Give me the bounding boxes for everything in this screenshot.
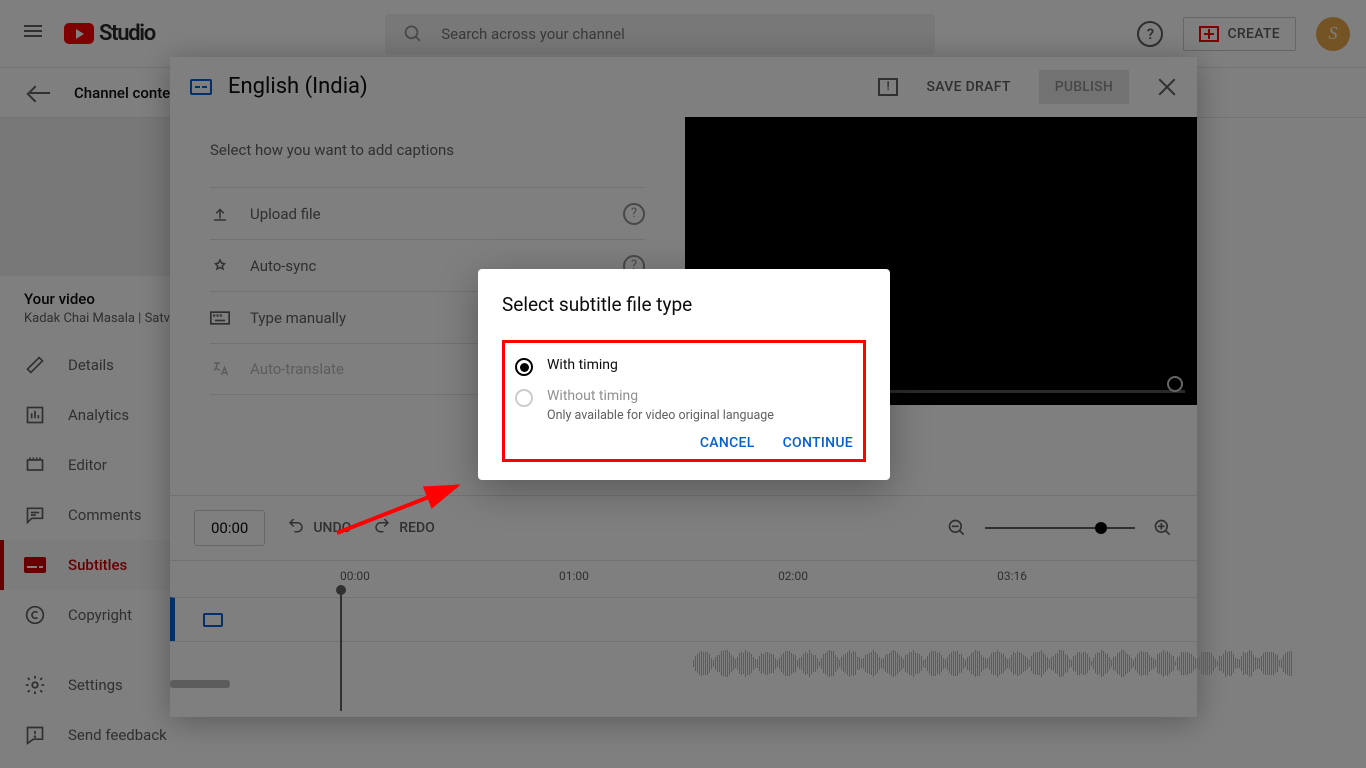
radio-sublabel: Only available for video original langua… <box>547 408 774 423</box>
radio-without-timing: Without timing Only available for video … <box>515 388 853 423</box>
radio-disabled-icon <box>515 389 533 407</box>
select-subtitle-file-type-modal: Select subtitle file type With timing Wi… <box>478 269 890 480</box>
continue-button[interactable]: CONTINUE <box>783 435 853 451</box>
modal-title: Select subtitle file type <box>502 293 866 316</box>
radio-label: Without timing <box>547 388 774 404</box>
annotation-highlight: With timing Without timing Only availabl… <box>502 340 866 462</box>
radio-with-timing[interactable]: With timing <box>515 357 853 376</box>
cancel-button[interactable]: CANCEL <box>700 435 755 451</box>
radio-label: With timing <box>547 357 618 373</box>
radio-selected-icon[interactable] <box>515 358 533 376</box>
